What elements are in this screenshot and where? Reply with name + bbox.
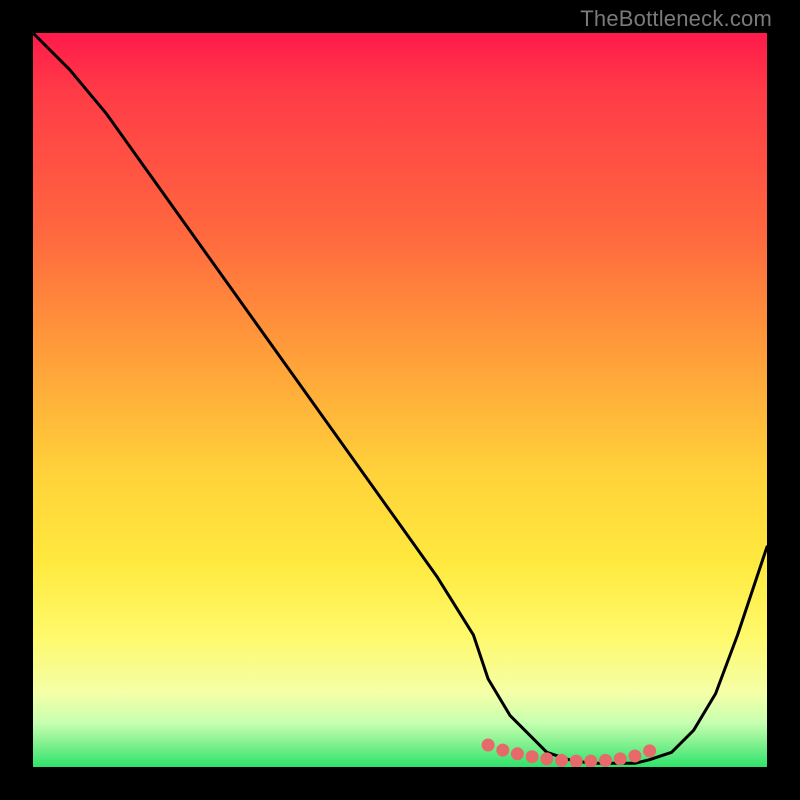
valley-marker <box>496 744 509 757</box>
valley-marker <box>599 754 612 767</box>
valley-marker <box>511 747 524 760</box>
bottleneck-curve <box>33 33 767 763</box>
valley-marker <box>482 739 495 752</box>
valley-marker <box>570 755 583 767</box>
valley-marker <box>643 744 656 757</box>
plot-area <box>33 33 767 767</box>
valley-marker <box>584 755 597 767</box>
valley-marker <box>614 752 627 765</box>
watermark-text: TheBottleneck.com <box>580 6 772 32</box>
chart-frame: TheBottleneck.com <box>0 0 800 800</box>
valley-marker <box>540 752 553 765</box>
valley-marker <box>526 750 539 763</box>
chart-svg <box>33 33 767 767</box>
valley-marker <box>628 750 641 763</box>
valley-marker <box>555 754 568 767</box>
